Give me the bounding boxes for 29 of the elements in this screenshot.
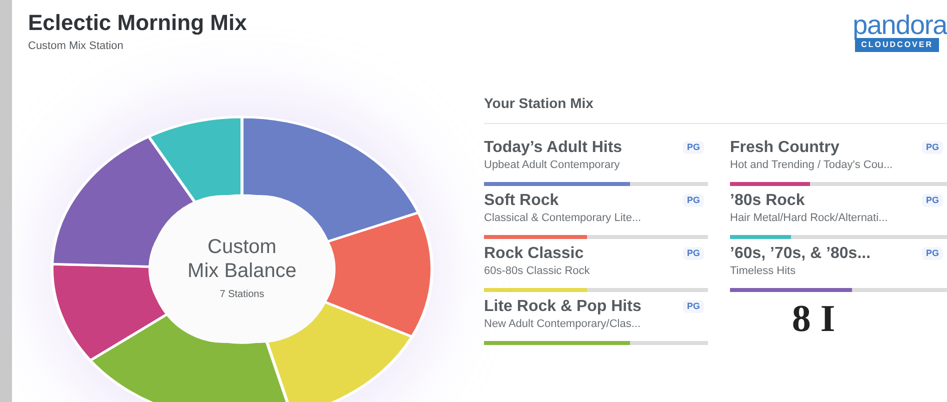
overlay-number: 8 I [792,298,836,338]
donut-caption: 7 Stations [220,288,264,302]
donut-title: Mix Balance [188,259,296,283]
station-name: Soft Rock [484,190,559,210]
rating-badge: PG [922,140,943,154]
rating-badge: PG [682,300,704,314]
station-name: Fresh Country [730,138,840,158]
station-name: Lite Rock & Pop Hits [484,296,642,316]
station-subtitle: Custom Mix Station [28,39,124,54]
station-description: Timeless Hits [730,264,797,278]
station-description: Hair Metal/Hard Rock/Alternati... [730,210,889,224]
rating-badge: PG [922,246,943,260]
station-description: Upbeat Adult Contemporary [484,158,621,172]
station-name: Today’s Adult Hits [484,138,622,158]
section-heading: Your Station Mix [484,94,594,112]
station-name: ’80s Rock [730,190,805,210]
station-description: Hot and Trending / Today's Cou... [730,158,894,172]
logo-badge: CLOUDCOVER [855,38,939,52]
donut-title: Custom [208,235,276,259]
rating-badge: PG [682,140,704,154]
rating-badge: PG [682,246,704,260]
station-description: 60s-80s Classic Rock [484,264,591,278]
station-description: Classical & Contemporary Lite... [484,210,642,224]
station-name: Rock Classic [484,244,584,264]
rating-badge: PG [682,194,704,208]
station-description: New Adult Contemporary/Clas... [484,316,642,330]
rating-badge: PG [922,194,943,208]
station-name: ’60s, ’70s, & ’80s... [730,244,871,264]
station-title: Eclectic Morning Mix [28,9,247,37]
